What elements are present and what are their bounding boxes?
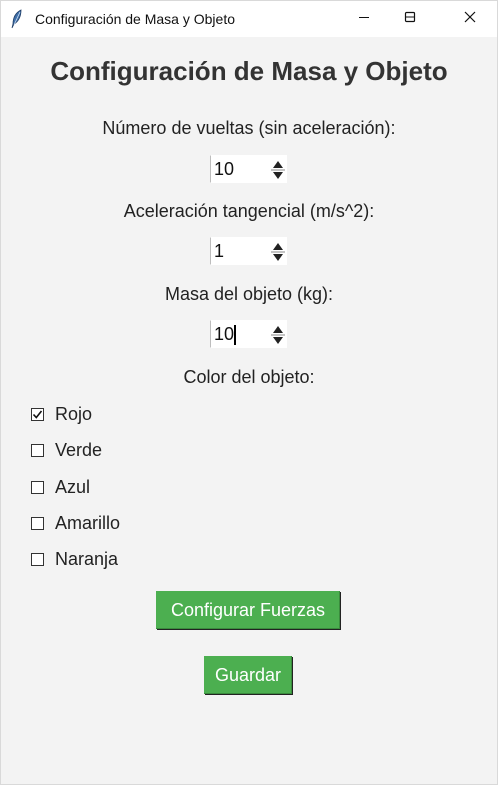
color-option-verde[interactable]: Verde [31, 439, 102, 461]
feather-icon [9, 9, 25, 29]
spin-arrows-icon[interactable] [271, 240, 285, 264]
minimize-icon [358, 10, 370, 28]
close-icon [464, 10, 476, 28]
acceleration-label: Aceleración tangencial (m/s^2): [123, 201, 375, 221]
checkbox-unchecked[interactable] [31, 443, 44, 457]
app-window: Configuración de Masa y Objeto Configura… [0, 0, 498, 785]
minimize-control[interactable] [341, 1, 387, 37]
save-button[interactable]: Guardar [204, 656, 292, 694]
color-option-rojo[interactable]: Rojo [31, 403, 92, 425]
text-caret [234, 325, 236, 345]
maximize-icon [404, 10, 416, 28]
page-title: Configuración de Masa y Objeto [50, 56, 448, 86]
color-option-amarillo[interactable]: Amarillo [31, 512, 120, 534]
spin-arrows-icon[interactable] [271, 158, 285, 182]
color-label: Color del objeto: [183, 367, 315, 387]
mass-label: Masa del objeto (kg): [164, 284, 334, 304]
color-option-label[interactable]: Rojo [55, 404, 92, 425]
color-option-label[interactable]: Naranja [55, 549, 118, 570]
laps-label: Número de vueltas (sin aceleración): [102, 118, 396, 138]
checkbox-unchecked[interactable] [31, 516, 44, 530]
close-control[interactable] [447, 1, 493, 37]
maximize-control[interactable] [387, 1, 433, 37]
acceleration-value[interactable]: 1 [214, 241, 224, 262]
color-option-label[interactable]: Amarillo [55, 513, 120, 534]
acceleration-spinbox[interactable]: 1 [210, 237, 287, 265]
color-option-label[interactable]: Verde [55, 440, 102, 461]
configure-forces-button[interactable]: Configurar Fuerzas [156, 591, 340, 629]
mass-value[interactable]: 10 [214, 324, 234, 345]
spin-arrows-icon[interactable] [271, 323, 285, 347]
color-option-label[interactable]: Azul [55, 477, 90, 498]
checkbox-unchecked[interactable] [31, 480, 44, 494]
color-option-naranja[interactable]: Naranja [31, 548, 118, 570]
checkbox-unchecked[interactable] [31, 552, 44, 566]
laps-spinbox[interactable]: 10 [210, 155, 287, 183]
mass-spinbox[interactable]: 10 [210, 320, 287, 348]
checkbox-checked[interactable] [31, 407, 44, 421]
laps-value[interactable]: 10 [214, 159, 234, 180]
window-title: Configuración de Masa y Objeto [35, 11, 235, 27]
color-option-azul[interactable]: Azul [31, 476, 90, 498]
